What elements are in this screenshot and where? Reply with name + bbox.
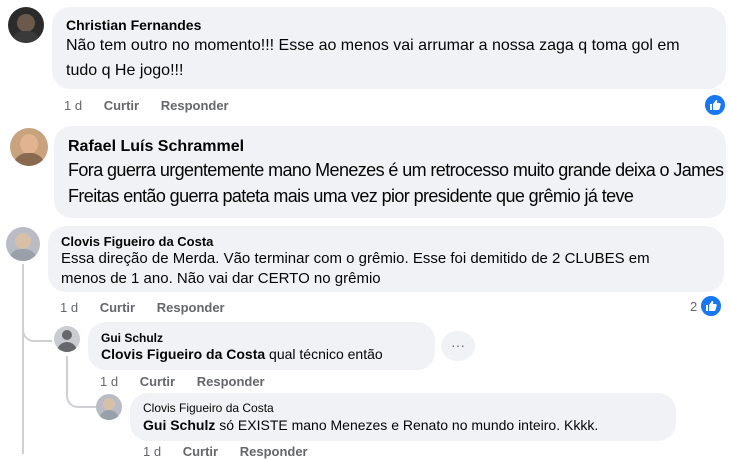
comment-author[interactable]: Christian Fernandes	[66, 17, 201, 33]
comment-text: Não tem outro no momento!!! Esse ao meno…	[66, 37, 680, 54]
avatar[interactable]	[10, 128, 48, 166]
reply-actions: 1 d Curtir Responder	[100, 374, 283, 389]
reply-author[interactable]: Gui Schulz	[101, 331, 163, 345]
more-icon: ···	[451, 337, 465, 353]
thread-connector	[66, 392, 96, 408]
comment-text: Essa direção de Merda. Vão terminar com …	[61, 250, 650, 267]
comment-text: Freitas então guerra pateta mais uma vez…	[68, 186, 634, 206]
comment-text: Fora guerra urgentemente mano Menezes é …	[68, 160, 724, 180]
avatar[interactable]	[6, 227, 40, 261]
comment-time[interactable]: 1 d	[60, 300, 78, 315]
like-button[interactable]: Curtir	[100, 300, 135, 315]
reply-author[interactable]: Clovis Figueiro da Costa	[143, 401, 274, 415]
comment-author[interactable]: Rafael Luís Schrammel	[68, 138, 244, 156]
reply-time[interactable]: 1 d	[143, 444, 161, 459]
like-button[interactable]: Curtir	[140, 374, 175, 389]
reply-actions: 1 d Curtir Responder	[143, 444, 326, 459]
reply-time[interactable]: 1 d	[100, 374, 118, 389]
more-options-button[interactable]: ···	[441, 331, 475, 361]
reply-button[interactable]: Responder	[197, 374, 265, 389]
mention-link[interactable]: Gui Schulz	[143, 417, 215, 433]
reply-text: Clovis Figueiro da Costa qual técnico en…	[101, 346, 383, 362]
avatar[interactable]	[96, 394, 122, 420]
comment-actions: 1 d Curtir Responder	[64, 98, 247, 113]
reply-text: Gui Schulz só EXISTE mano Menezes e Rena…	[143, 417, 598, 433]
comment-actions: 1 d Curtir Responder	[60, 300, 243, 315]
comment-author[interactable]: Clovis Figueiro da Costa	[61, 234, 213, 249]
reply-text-body: qual técnico então	[265, 346, 383, 362]
avatar[interactable]	[54, 326, 80, 352]
reply-button[interactable]: Responder	[161, 98, 229, 113]
thread-connector	[22, 318, 52, 342]
mention-link[interactable]: Clovis Figueiro da Costa	[101, 346, 265, 362]
thread-line	[66, 356, 68, 396]
comment-time[interactable]: 1 d	[64, 98, 82, 113]
like-reaction-icon[interactable]	[703, 93, 727, 117]
like-button[interactable]: Curtir	[183, 444, 218, 459]
comment-text: menos de 1 ano. Não vai dar CERTO no grê…	[61, 270, 381, 287]
like-button[interactable]: Curtir	[104, 98, 139, 113]
reply-button[interactable]: Responder	[157, 300, 225, 315]
like-reaction-icon[interactable]	[699, 294, 723, 318]
comment-text: tudo q He jogo!!!	[66, 62, 184, 79]
avatar[interactable]	[8, 7, 44, 43]
reply-text-body: só EXISTE mano Menezes e Renato no mundo…	[215, 417, 599, 433]
thread-line	[22, 264, 24, 454]
reaction-count[interactable]: 2	[690, 299, 697, 314]
reply-button[interactable]: Responder	[240, 444, 308, 459]
